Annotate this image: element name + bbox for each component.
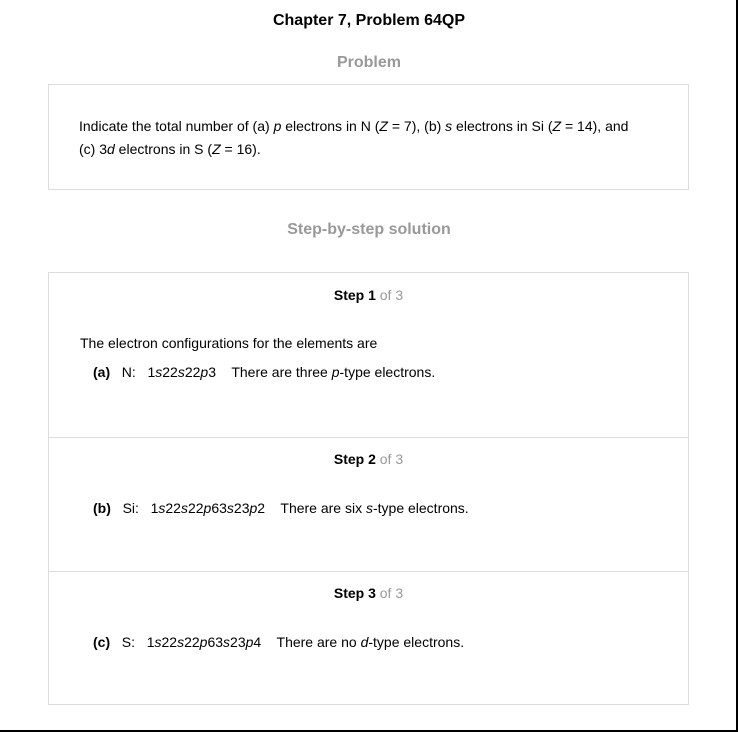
step-3-total: of 3 xyxy=(375,585,404,601)
part-label-a: (a) xyxy=(93,364,111,380)
step-2-statement: There are six s-type electrons. xyxy=(280,500,469,516)
step-1-total: of 3 xyxy=(375,287,404,303)
problem-line-2: (c) 3d electrons in S (Z = 16). xyxy=(79,141,261,157)
solution-steps-box: Step 1 of 3 The electron configurations … xyxy=(48,272,689,705)
step-3-header: Step 3 of 3 xyxy=(49,585,688,601)
part-label-c: (c) xyxy=(93,634,111,650)
step-2-config-line: (b) Si: 1s22s22p63s23p2 There are six s-… xyxy=(93,500,469,516)
problem-heading: Problem xyxy=(336,54,401,71)
step-2-header: Step 2 of 3 xyxy=(49,451,688,467)
solution-heading: Step-by-step solution xyxy=(287,221,451,238)
step-1-header: Step 1 of 3 xyxy=(49,287,688,303)
electron-configuration-si: 1s22s22p63s23p2 xyxy=(150,500,266,516)
page-title: Chapter 7, Problem 64QP xyxy=(272,12,466,29)
step-1-intro: The electron configurations for the elem… xyxy=(80,335,378,351)
step-3: Step 3 of 3 (c) S: 1s22s22p63s23p4 There… xyxy=(49,572,688,704)
step-2-total: of 3 xyxy=(375,451,404,467)
step-1-config-line: (a) N: 1s22s22p3 There are three p-type … xyxy=(93,364,436,380)
step-1-label: Step 1 xyxy=(333,287,376,303)
problem-text: Indicate the total number of (a) p elect… xyxy=(79,115,659,161)
problem-box: Indicate the total number of (a) p elect… xyxy=(48,84,689,190)
step-3-statement: There are no d-type electrons. xyxy=(276,634,465,650)
step-3-config-line: (c) S: 1s22s22p63s23p4 There are no d-ty… xyxy=(93,634,465,650)
electron-configuration-s: 1s22s22p63s23p4 xyxy=(146,634,262,650)
part-label-b: (b) xyxy=(93,500,111,516)
step-1: Step 1 of 3 The electron configurations … xyxy=(49,273,688,437)
step-1-statement: There are three p-type electrons. xyxy=(231,364,436,380)
problem-line-1: Indicate the total number of (a) p elect… xyxy=(79,118,629,134)
step-3-label: Step 3 xyxy=(333,585,376,601)
step-2: Step 2 of 3 (b) Si: 1s22s22p63s23p2 Ther… xyxy=(49,438,688,571)
step-2-label: Step 2 xyxy=(333,451,376,467)
electron-configuration-n: 1s22s22p3 xyxy=(147,364,217,380)
